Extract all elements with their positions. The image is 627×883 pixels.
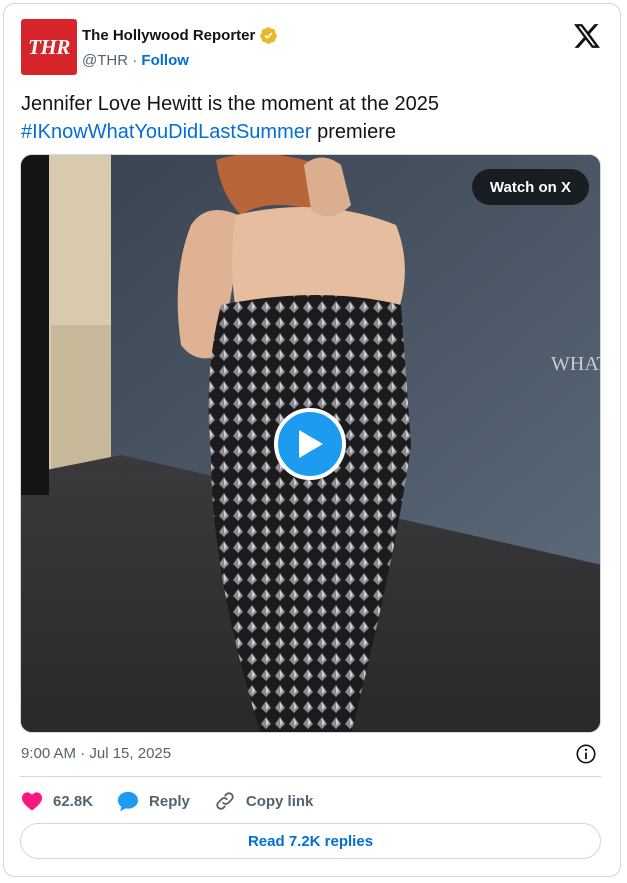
- tweet-actions: 62.8K Reply Copy link: [21, 788, 337, 814]
- like-button[interactable]: 62.8K: [21, 791, 93, 811]
- heart-icon: [22, 792, 42, 811]
- svg-text:WHAT: WHAT: [551, 353, 601, 375]
- separator: ·: [128, 52, 142, 69]
- watch-on-x-button[interactable]: Watch on X: [471, 169, 589, 205]
- tweet-text-part: premiere: [311, 121, 397, 143]
- play-icon: [299, 430, 323, 458]
- author-handle-row: @THR · Follow: [82, 52, 189, 69]
- copy-link-button[interactable]: Copy link: [214, 790, 314, 812]
- like-count: 62.8K: [53, 792, 94, 810]
- author-name-row: The Hollywood Reporter: [82, 26, 278, 45]
- link-icon: [216, 792, 234, 810]
- play-button[interactable]: [274, 408, 346, 480]
- info-icon[interactable]: [575, 743, 597, 765]
- video-player[interactable]: WHAT Watch on X: [20, 154, 601, 733]
- author-name[interactable]: The Hollywood Reporter: [82, 27, 255, 44]
- read-replies-button[interactable]: Read 7.2K replies: [20, 823, 601, 859]
- verified-badge-icon: [260, 27, 278, 44]
- tweet-card: THR The Hollywood Reporter @THR · Follow…: [3, 3, 621, 877]
- reply-button[interactable]: Reply: [117, 791, 190, 812]
- tweet-timestamp[interactable]: 9:00 AM · Jul 15, 2025: [21, 745, 171, 762]
- avatar-logo-text: THR: [28, 34, 70, 59]
- author-handle[interactable]: @THR: [82, 52, 128, 69]
- hashtag-link[interactable]: #IKnowWhatYouDidLastSummer: [21, 121, 312, 143]
- x-logo-icon[interactable]: [574, 24, 600, 48]
- tweet-text: Jennifer Love Hewitt is the moment at th…: [21, 90, 601, 146]
- reply-bubble-icon: [117, 791, 139, 811]
- tweet-text-part: Jennifer Love Hewitt is the moment at th…: [21, 93, 440, 115]
- divider: [20, 776, 601, 777]
- copy-link-label: Copy link: [245, 792, 314, 810]
- follow-button[interactable]: Follow: [141, 52, 189, 69]
- reply-label: Reply: [149, 792, 190, 810]
- avatar[interactable]: THR: [21, 19, 77, 75]
